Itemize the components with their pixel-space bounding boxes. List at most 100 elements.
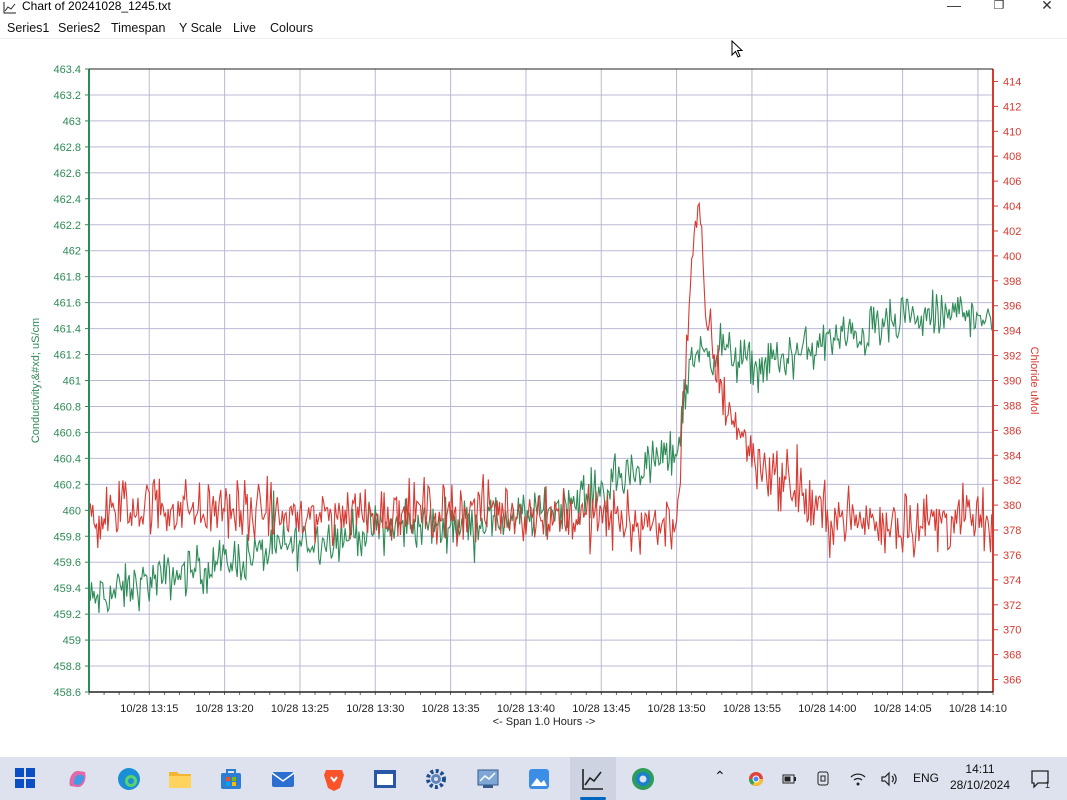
left-tick-label: 460.4: [53, 453, 81, 465]
clock-date: 28/10/2024: [949, 778, 1011, 792]
menu-yscale[interactable]: Y Scale: [179, 20, 222, 36]
chrome-tray-icon[interactable]: [748, 771, 764, 787]
taskbar-app-window[interactable]: [367, 763, 403, 795]
right-tick-label: 408: [1003, 151, 1021, 163]
right-tick-label: 368: [1003, 650, 1021, 662]
x-tick-label: 10/28 13:30: [346, 703, 404, 715]
device-icon[interactable]: [815, 770, 831, 787]
right-tick-label: 372: [1003, 600, 1021, 612]
minimize-button[interactable]: —: [934, 0, 974, 14]
left-tick-label: 460: [63, 505, 81, 517]
left-tick-label: 463.2: [53, 90, 81, 102]
taskbar-chart-app[interactable]: [575, 763, 611, 795]
left-tick-label: 460.2: [53, 479, 81, 491]
menu-series1[interactable]: Series1: [7, 20, 49, 36]
left-tick-label: 458.8: [53, 661, 81, 673]
right-tick-label: 406: [1003, 176, 1021, 188]
taskbar-brave[interactable]: [316, 763, 352, 795]
speaker-icon[interactable]: [880, 770, 898, 788]
right-tick-label: 380: [1003, 500, 1021, 512]
taskbar-store[interactable]: [213, 763, 249, 795]
wifi-icon[interactable]: [849, 771, 867, 787]
taskbar-photos[interactable]: [521, 763, 557, 795]
x-tick-label: 10/28 14:00: [798, 703, 856, 715]
left-tick-label: 462.4: [53, 194, 81, 206]
right-tick-label: 384: [1003, 450, 1021, 462]
menu-live[interactable]: Live: [233, 20, 256, 36]
menu-timespan[interactable]: Timespan: [111, 20, 165, 36]
x-axis-label: <- Span 1.0 Hours ->: [493, 716, 596, 728]
right-tick-label: 414: [1003, 76, 1021, 88]
taskbar-mail[interactable]: [265, 763, 301, 795]
x-tick-label: 10/28 13:35: [422, 703, 480, 715]
chart-grid: [89, 68, 993, 693]
right-tick-label: 386: [1003, 425, 1021, 437]
maximize-button[interactable]: ❐: [979, 0, 1019, 14]
left-tick-label: 463.4: [53, 64, 81, 76]
menu-bar: Series1 Series2 Timespan Y Scale Live Co…: [0, 18, 1067, 38]
right-tick-label: 398: [1003, 276, 1021, 288]
right-axis-label: Chloride uMol: [1028, 347, 1040, 415]
x-tick-label: 10/28 13:20: [196, 703, 254, 715]
right-tick-label: 390: [1003, 376, 1021, 388]
right-tick-label: 370: [1003, 625, 1021, 637]
taskbar-edge[interactable]: [111, 763, 147, 795]
left-tick-label: 462: [63, 246, 81, 258]
windows-start-icon: [15, 768, 35, 788]
left-tick-label: 459.6: [53, 557, 81, 569]
left-tick-label: 459.4: [53, 583, 81, 595]
left-tick-label: 461.8: [53, 272, 81, 284]
clock[interactable]: 14:11 28/10/2024: [940, 761, 1020, 793]
start-button[interactable]: [8, 763, 44, 795]
store-icon: [221, 769, 241, 789]
taskbar-file-explorer[interactable]: [162, 763, 198, 795]
app-window-icon: [374, 770, 396, 788]
right-tick-label: 396: [1003, 301, 1021, 313]
left-tick-label: 460.6: [53, 427, 81, 439]
left-tick-label: 461: [63, 376, 81, 388]
right-tick-label: 404: [1003, 201, 1021, 213]
left-tick-label: 461.4: [53, 324, 81, 336]
clock-time: 14:11: [965, 762, 995, 776]
x-tick-label: 10/28 14:05: [874, 703, 932, 715]
battery-icon[interactable]: [781, 771, 797, 787]
right-tick-label: 400: [1003, 251, 1021, 263]
left-tick-label: 461.6: [53, 298, 81, 310]
left-tick-label: 459.8: [53, 531, 81, 543]
right-tick-label: 366: [1003, 675, 1021, 687]
x-tick-label: 10/28 13:15: [120, 703, 178, 715]
left-tick-label: 458.6: [53, 687, 81, 699]
taskbar-settings[interactable]: [418, 763, 454, 795]
chevron-up-icon[interactable]: ⌃: [714, 768, 726, 785]
menu-colours[interactable]: Colours: [270, 20, 313, 36]
menu-series2[interactable]: Series2: [58, 20, 100, 36]
gear-icon: [426, 769, 446, 789]
window-title: Chart of 20241028_1245.txt: [22, 0, 171, 13]
menu-separator: [0, 38, 1067, 39]
x-tick-label: 10/28 13:45: [572, 703, 630, 715]
left-tick-label: 459.2: [53, 609, 81, 621]
left-tick-label: 461.2: [53, 350, 81, 362]
taskbar-copilot[interactable]: [60, 763, 96, 795]
notification-count: 1: [1045, 780, 1050, 789]
mail-icon: [271, 772, 295, 787]
close-button[interactable]: ✕: [1027, 0, 1067, 14]
left-axis-label: Conductivity;&#xd; uS/cm: [30, 318, 42, 443]
taskbar-control-panel[interactable]: [470, 763, 506, 795]
brave-browser-icon: [324, 770, 344, 791]
chart-axes: 463.4 463.2 463 462.8 462.6 462.4 462.2 462 461.…: [53, 64, 1021, 715]
x-tick-label: 10/28 13:40: [497, 703, 555, 715]
left-tick-label: 462.6: [53, 168, 81, 180]
right-tick-label: 392: [1003, 351, 1021, 363]
folder-icon: [169, 772, 191, 788]
x-tick-label: 10/28 13:25: [271, 703, 329, 715]
notification-icon[interactable]: 1: [1030, 769, 1052, 789]
edge-profile-icon: [632, 768, 654, 790]
title-bar: Chart of 20241028_1245.txt — ❐ ✕: [0, 0, 1067, 15]
line-chart: 463.4 463.2 463 462.8 462.6 462.4 462.2 462 461.…: [30, 64, 1040, 728]
taskbar-edge-profile[interactable]: [625, 763, 661, 795]
x-tick-label: 10/28 13:55: [723, 703, 781, 715]
chart-app-icon: [3, 2, 16, 14]
language-indicator[interactable]: ENG: [913, 771, 939, 785]
right-tick-label: 410: [1003, 126, 1021, 138]
